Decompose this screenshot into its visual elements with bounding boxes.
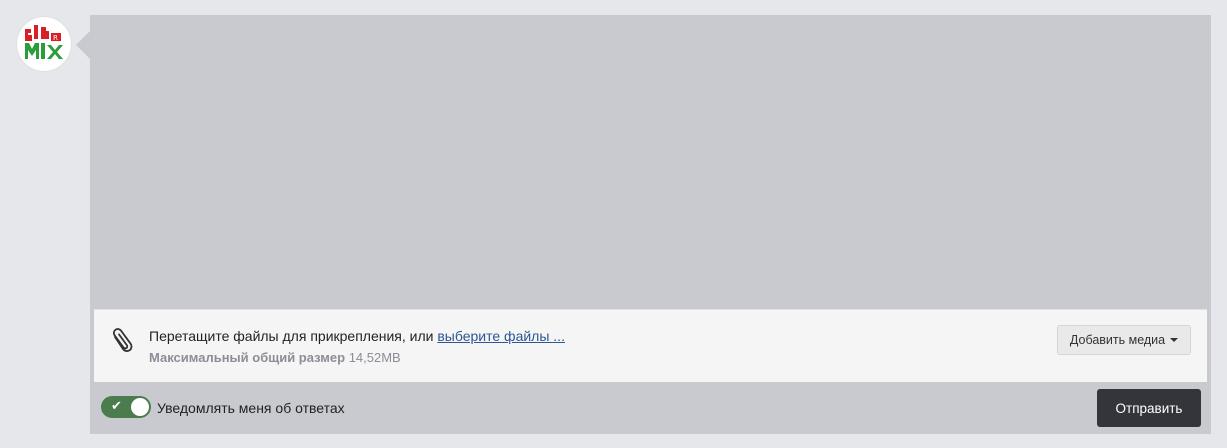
max-size-info: Максимальный общий размер 14,52MB: [149, 350, 401, 365]
paperclip-icon: [106, 327, 134, 357]
notify-toggle[interactable]: ✔: [101, 396, 151, 418]
attachment-bar: Перетащите файлы для прикрепления, или в…: [94, 309, 1207, 382]
bubble-arrow: [76, 30, 91, 60]
reply-form: R Перетащите файлы для прикрепления, или…: [0, 0, 1227, 448]
max-size-label: Максимальный общий размер: [149, 350, 346, 365]
svg-text:R: R: [53, 34, 58, 42]
avatar-logo-icon: R: [17, 17, 71, 71]
attachment-instructions: Перетащите файлы для прикрепления, или в…: [149, 328, 565, 344]
add-media-button[interactable]: Добавить медиа: [1057, 325, 1191, 355]
toggle-knob: [131, 398, 149, 416]
notify-label[interactable]: Уведомлять меня об ответах: [157, 400, 345, 416]
submit-label: Отправить: [1115, 400, 1183, 416]
caret-down-icon: [1170, 338, 1179, 342]
submit-button[interactable]: Отправить: [1097, 389, 1201, 427]
choose-files-link[interactable]: выберите файлы ...: [437, 328, 565, 344]
drop-files-text: Перетащите файлы для прикрепления, или: [149, 328, 438, 344]
add-media-label: Добавить медиа: [1069, 333, 1166, 347]
message-editor: Перетащите файлы для прикрепления, или в…: [90, 15, 1211, 434]
avatar[interactable]: R: [17, 17, 71, 71]
max-size-value: 14,52MB: [348, 350, 401, 365]
message-text-area[interactable]: [90, 15, 1211, 309]
check-icon: ✔: [111, 399, 122, 414]
